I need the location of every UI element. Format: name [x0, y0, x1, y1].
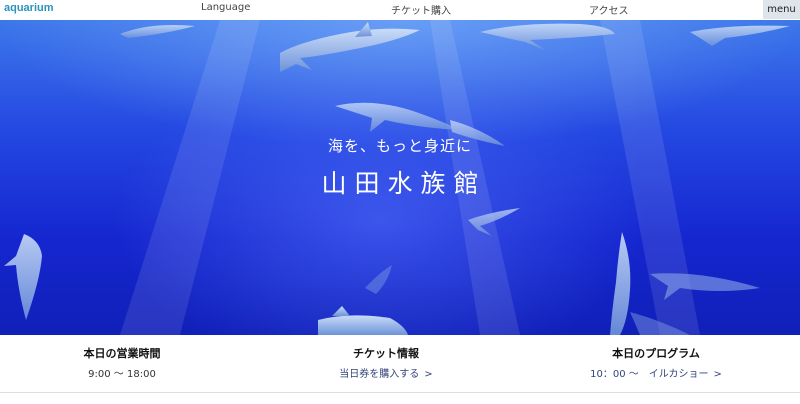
program-title: 本日のプログラム [612, 347, 700, 360]
site-header: aquarium Language チケット購入 アクセス menu [0, 0, 800, 20]
info-bar: 本日の営業時間 9:00 〜 18:00 チケット情報 当日券を購入する > 本日… [0, 335, 800, 392]
buy-day-ticket-label: 当日券を購入する [339, 369, 420, 380]
hero-banner: 海を、もっと身近に 山田水族館 [0, 20, 800, 335]
chevron-right-icon: > [424, 369, 433, 380]
nav-language[interactable]: Language [201, 2, 250, 13]
program-section: 本日のプログラム 10：00 〜 イルカショー > [534, 345, 778, 380]
ticket-info-section: チケット情報 当日券を購入する > [264, 345, 508, 380]
hours-section: 本日の営業時間 9:00 〜 18:00 [0, 345, 244, 380]
nav-ticket-purchase[interactable]: チケット購入 [391, 2, 451, 17]
nav-access[interactable]: アクセス [589, 2, 629, 17]
hours-title: 本日の営業時間 [83, 347, 161, 360]
chevron-right-icon: > [713, 369, 722, 380]
program-link[interactable]: 10：00 〜 イルカショー > [534, 365, 778, 380]
ticket-info-title: チケット情報 [353, 347, 419, 360]
site-logo[interactable]: aquarium [4, 2, 54, 14]
program-label: 10：00 〜 イルカショー [590, 369, 709, 380]
hours-value: 9:00 〜 18:00 [88, 369, 156, 380]
buy-day-ticket-link[interactable]: 当日券を購入する > [264, 365, 508, 380]
hero-tagline: 海を、もっと身近に [327, 137, 472, 155]
divider [0, 392, 800, 393]
menu-button[interactable]: menu [763, 0, 800, 19]
hero-title: 山田水族館 [321, 169, 487, 198]
